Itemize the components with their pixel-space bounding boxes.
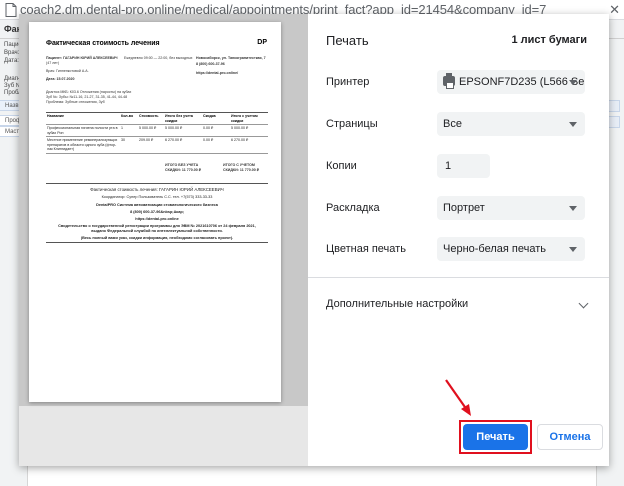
printer-label: Принтер xyxy=(326,76,370,88)
table-cell: 5 000.00 ₽ xyxy=(164,124,202,137)
document-company-phone: 8 (800) 600-37-96&nbsp;Акар; xyxy=(130,210,184,214)
pages-select[interactable]: Все xyxy=(437,112,585,136)
document-date: Дата: 15.07.2020 xyxy=(46,77,75,81)
document-company-site: https://dental-pro.online xyxy=(135,217,179,221)
table-row: Профессиональная гигиена полости рта в з… xyxy=(46,124,268,137)
print-button[interactable]: Печать xyxy=(463,424,528,450)
table-cell: Профессиональная гигиена полости рта в з… xyxy=(46,124,120,137)
color-select[interactable]: Черно-белая печать xyxy=(437,237,585,261)
document-coordinator: Координатор: Супер Пользователь С.С. тел… xyxy=(101,195,213,199)
table-header: Итого без учета скидки xyxy=(164,112,202,125)
document-website: https://dental-pro.online/ xyxy=(196,71,239,75)
table-cell: 30 xyxy=(120,136,138,154)
print-settings-panel: Печать 1 лист бумаги Принтер EPSONF7D235… xyxy=(308,14,609,466)
table-header-row: Название Кол-во Стоимость Итого без учет… xyxy=(46,112,268,125)
printer-select[interactable]: EPSONF7D235 (L566 Series) xyxy=(437,70,585,94)
document-certificate: Свидетельство о государственной регистра… xyxy=(58,224,256,233)
printer-value: EPSONF7D235 (L566 Series) xyxy=(459,76,585,88)
layout-label: Раскладка xyxy=(326,202,380,214)
pages-value: Все xyxy=(443,118,462,130)
chevron-down-icon xyxy=(569,206,577,211)
preview-page: Фактическая стоимость лечения DP Пациент… xyxy=(29,22,281,402)
document-table: Название Кол-во Стоимость Итого без учет… xyxy=(46,112,268,154)
layout-select[interactable]: Портрет xyxy=(437,196,585,220)
copies-label: Копии xyxy=(326,160,357,172)
document-total-with: ИТОГО С УЧЕТОМ СКИДКИ: 11 770.00 ₽ xyxy=(223,163,259,172)
color-label: Цветная печать xyxy=(326,243,406,255)
printer-icon xyxy=(443,73,455,89)
document-phone: 8 (800) 600-37-96 xyxy=(196,62,225,66)
table-header: Скидка xyxy=(202,112,230,125)
preview-footer xyxy=(19,406,308,466)
document-doctor: Врач: Гиппенкотовой А.А. xyxy=(46,69,89,73)
table-cell: 5 000.00 ₽ xyxy=(138,124,164,137)
document-problem: Проблема: Зубные отложения, Зуб xyxy=(46,100,105,104)
document-footer-box: Фактическая стоимость лечения: ГАГАРИН Ю… xyxy=(46,183,268,243)
document-patient-age: (47 лет) xyxy=(46,61,60,65)
table-cell: 6 270.00 ₽ xyxy=(164,136,202,154)
settings-divider xyxy=(308,277,609,278)
cancel-button[interactable]: Отмена xyxy=(537,424,603,450)
table-cell: 0.00 ₽ xyxy=(202,136,230,154)
close-icon[interactable]: ✕ xyxy=(609,2,620,18)
document-total-without: ИТОГО БЕЗ УЧЕТА СКИДКИ: 11 770.00 ₽ xyxy=(165,163,201,172)
more-settings-toggle[interactable]: Дополнительные настройки xyxy=(326,298,468,310)
table-cell: 5 000.00 ₽ xyxy=(230,124,268,137)
dialog-title: Печать xyxy=(326,33,369,48)
table-header: Итого с учетом скидки xyxy=(230,112,268,125)
screenshot-root: coach2.dm.dental-pro.online/medical/appo… xyxy=(0,0,624,486)
table-cell: 0.00 ₽ xyxy=(202,124,230,137)
table-header: Название xyxy=(46,112,120,125)
chevron-down-icon xyxy=(569,122,577,127)
chevron-down-icon xyxy=(569,80,577,85)
table-header: Стоимость xyxy=(138,112,164,125)
preview-area: Фактическая стоимость лечения DP Пациент… xyxy=(19,14,308,466)
table-header: Кол-во xyxy=(120,112,138,125)
document-address: Новосибирск, ул. Танкограпитесткая, 7 xyxy=(196,56,266,60)
sheet-count: 1 лист бумаги xyxy=(511,34,587,46)
document-company: DentalPRO Система автоматизации стоматол… xyxy=(96,203,218,207)
table-row: Местное применение реминерализующих преп… xyxy=(46,136,268,154)
layout-value: Портрет xyxy=(443,202,485,214)
table-cell: Местное применение реминерализующих преп… xyxy=(46,136,120,154)
page-icon xyxy=(5,3,17,17)
document-title: Фактическая стоимость лечения xyxy=(46,40,160,47)
chevron-down-icon[interactable] xyxy=(578,298,589,309)
chevron-down-icon xyxy=(569,247,577,252)
background-label: Диагн xyxy=(4,76,21,82)
table-cell: 209.00 ₽ xyxy=(138,136,164,154)
document-period: Ежедневно 09:00 — 22:00, без выходных xyxy=(124,56,193,60)
color-value: Черно-белая печать xyxy=(443,243,546,255)
table-cell: 1 xyxy=(120,124,138,137)
copies-input[interactable] xyxy=(437,154,490,178)
document-logo: DP xyxy=(257,39,267,46)
document-footer-title: Фактическая стоимость лечения: ГАГАРИН Ю… xyxy=(90,187,224,192)
print-dialog: Фактическая стоимость лечения DP Пациент… xyxy=(19,14,609,466)
pages-label: Страницы xyxy=(326,118,378,130)
table-cell: 6 270.00 ₽ xyxy=(230,136,268,154)
document-note: (Весь полный вами указ, скидки информаци… xyxy=(80,236,234,240)
